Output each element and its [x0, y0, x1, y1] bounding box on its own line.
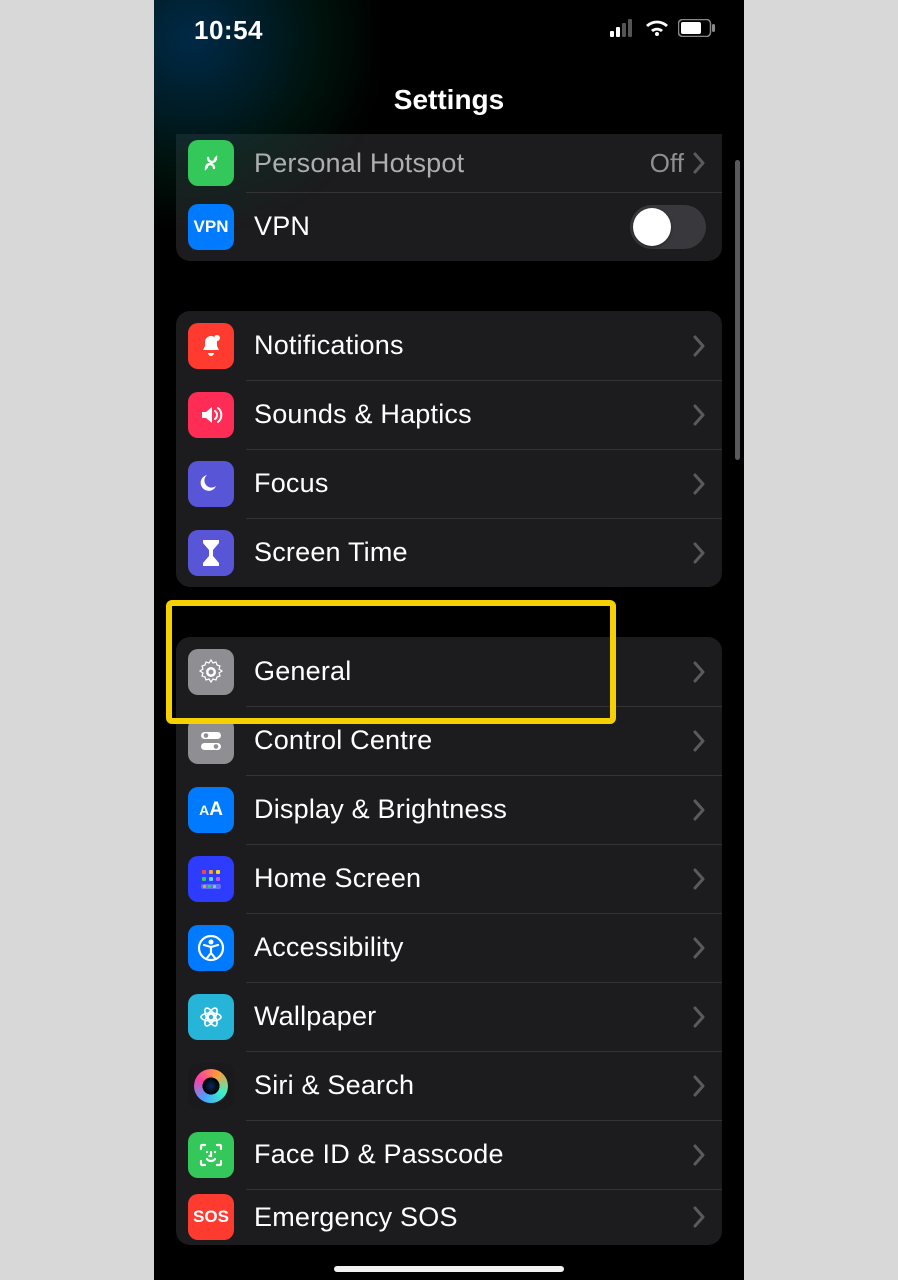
row-focus[interactable]: Focus: [176, 449, 722, 518]
chevron-right-icon: [692, 1075, 706, 1097]
siri-icon: [188, 1063, 234, 1109]
row-faceid[interactable]: Face ID & Passcode: [176, 1120, 722, 1189]
cellular-icon: [610, 19, 636, 42]
controlcentre-icon: [188, 718, 234, 764]
chevron-right-icon: [692, 1206, 706, 1228]
homescreen-icon: [188, 856, 234, 902]
row-homescreen[interactable]: Home Screen: [176, 844, 722, 913]
wifi-icon: [644, 18, 670, 43]
notifications-icon: [188, 323, 234, 369]
chevron-right-icon: [692, 937, 706, 959]
phone-screen: 10:54 Settings Personal Hotspot Off VPN: [154, 0, 744, 1280]
wallpaper-icon: [188, 994, 234, 1040]
hotspot-label: Personal Hotspot: [254, 148, 650, 179]
row-accessibility[interactable]: Accessibility: [176, 913, 722, 982]
row-siri[interactable]: Siri & Search: [176, 1051, 722, 1120]
row-sounds[interactable]: Sounds & Haptics: [176, 380, 722, 449]
row-controlcentre[interactable]: Control Centre: [176, 706, 722, 775]
faceid-icon: [188, 1132, 234, 1178]
sos-label: Emergency SOS: [254, 1202, 692, 1233]
homescreen-label: Home Screen: [254, 863, 692, 894]
settings-group-general: General Control Centre AA Display & Brig…: [176, 637, 722, 1245]
chevron-right-icon: [692, 542, 706, 564]
display-label: Display & Brightness: [254, 794, 692, 825]
chevron-right-icon: [692, 799, 706, 821]
settings-group-notifications: Notifications Sounds & Haptics Focus Scr…: [176, 311, 722, 587]
chevron-right-icon: [692, 473, 706, 495]
chevron-right-icon: [692, 1144, 706, 1166]
chevron-right-icon: [692, 730, 706, 752]
home-indicator[interactable]: [334, 1266, 564, 1272]
row-notifications[interactable]: Notifications: [176, 311, 722, 380]
controlcentre-label: Control Centre: [254, 725, 692, 756]
display-icon: AA: [188, 787, 234, 833]
chevron-right-icon: [692, 152, 706, 174]
row-wallpaper[interactable]: Wallpaper: [176, 982, 722, 1051]
sos-icon: SOS: [188, 1194, 234, 1240]
chevron-right-icon: [692, 404, 706, 426]
row-display[interactable]: AA Display & Brightness: [176, 775, 722, 844]
accessibility-icon: [188, 925, 234, 971]
hotspot-icon: [188, 140, 234, 186]
row-vpn[interactable]: VPN VPN: [176, 192, 722, 261]
status-indicators: [610, 18, 716, 43]
focus-label: Focus: [254, 468, 692, 499]
screentime-icon: [188, 530, 234, 576]
settings-group-connectivity: Personal Hotspot Off VPN VPN: [176, 134, 722, 261]
row-sos[interactable]: SOS Emergency SOS: [176, 1189, 722, 1245]
focus-icon: [188, 461, 234, 507]
row-general[interactable]: General: [176, 637, 722, 706]
status-bar: 10:54: [154, 0, 744, 60]
general-label: General: [254, 656, 692, 687]
chevron-right-icon: [692, 1006, 706, 1028]
general-icon: [188, 649, 234, 695]
chevron-right-icon: [692, 661, 706, 683]
sounds-label: Sounds & Haptics: [254, 399, 692, 430]
accessibility-label: Accessibility: [254, 932, 692, 963]
hotspot-value: Off: [650, 148, 684, 179]
row-personal-hotspot[interactable]: Personal Hotspot Off: [176, 134, 722, 192]
vpn-toggle[interactable]: [630, 205, 706, 249]
battery-icon: [678, 19, 716, 42]
chevron-right-icon: [692, 868, 706, 890]
notifications-label: Notifications: [254, 330, 692, 361]
sounds-icon: [188, 392, 234, 438]
scroll-indicator: [735, 160, 740, 460]
status-time: 10:54: [194, 15, 263, 46]
chevron-right-icon: [692, 335, 706, 357]
siri-label: Siri & Search: [254, 1070, 692, 1101]
row-screentime[interactable]: Screen Time: [176, 518, 722, 587]
wallpaper-label: Wallpaper: [254, 1001, 692, 1032]
screentime-label: Screen Time: [254, 537, 692, 568]
vpn-label: VPN: [254, 211, 630, 242]
vpn-icon: VPN: [188, 204, 234, 250]
faceid-label: Face ID & Passcode: [254, 1139, 692, 1170]
page-title: Settings: [154, 60, 744, 134]
